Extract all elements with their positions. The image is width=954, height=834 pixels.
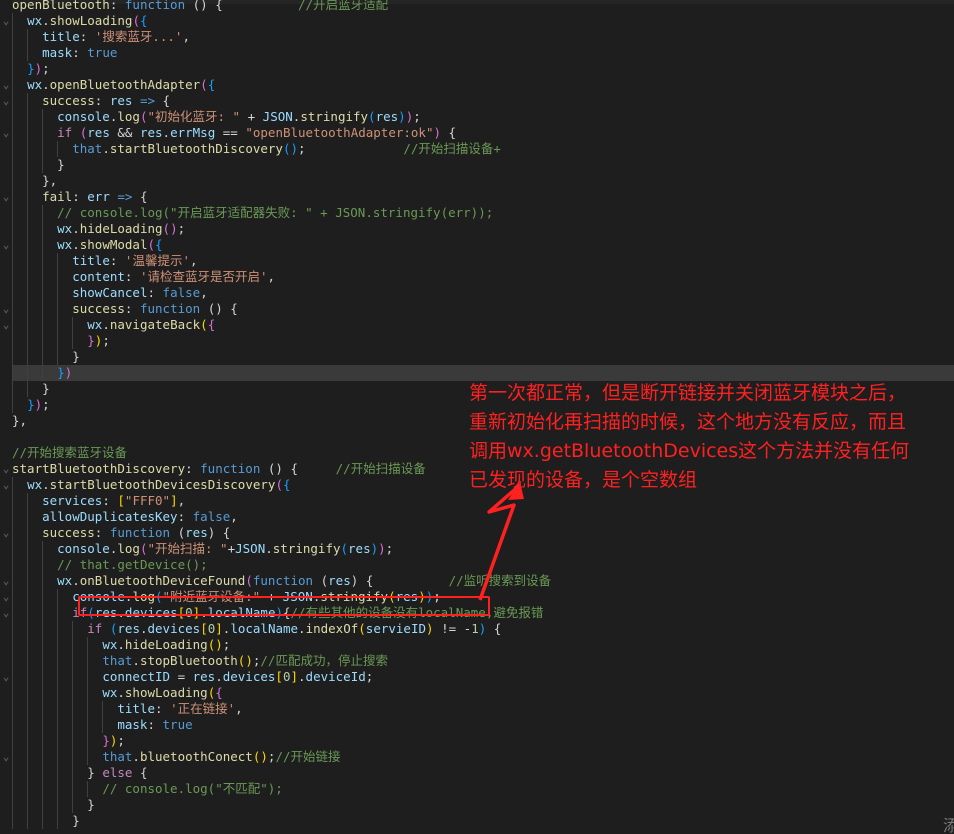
code-editor[interactable]: ⌄ ⌄ ⌄ ⌄ ⌄ ⌄ ⌄ ⌄ ⌄ ⌄ ⌄ ⌄ ⌄ ⌄ ⌄ ⌄ openBluetooth: function… xyxy=(0,0,954,834)
corner-glyph: 添 xyxy=(943,816,954,834)
annotation-text: 第一次都正常，但是断开链接并关闭蓝牙模块之后，重新初始化再扫描的时候，这个地方没… xyxy=(469,382,910,491)
